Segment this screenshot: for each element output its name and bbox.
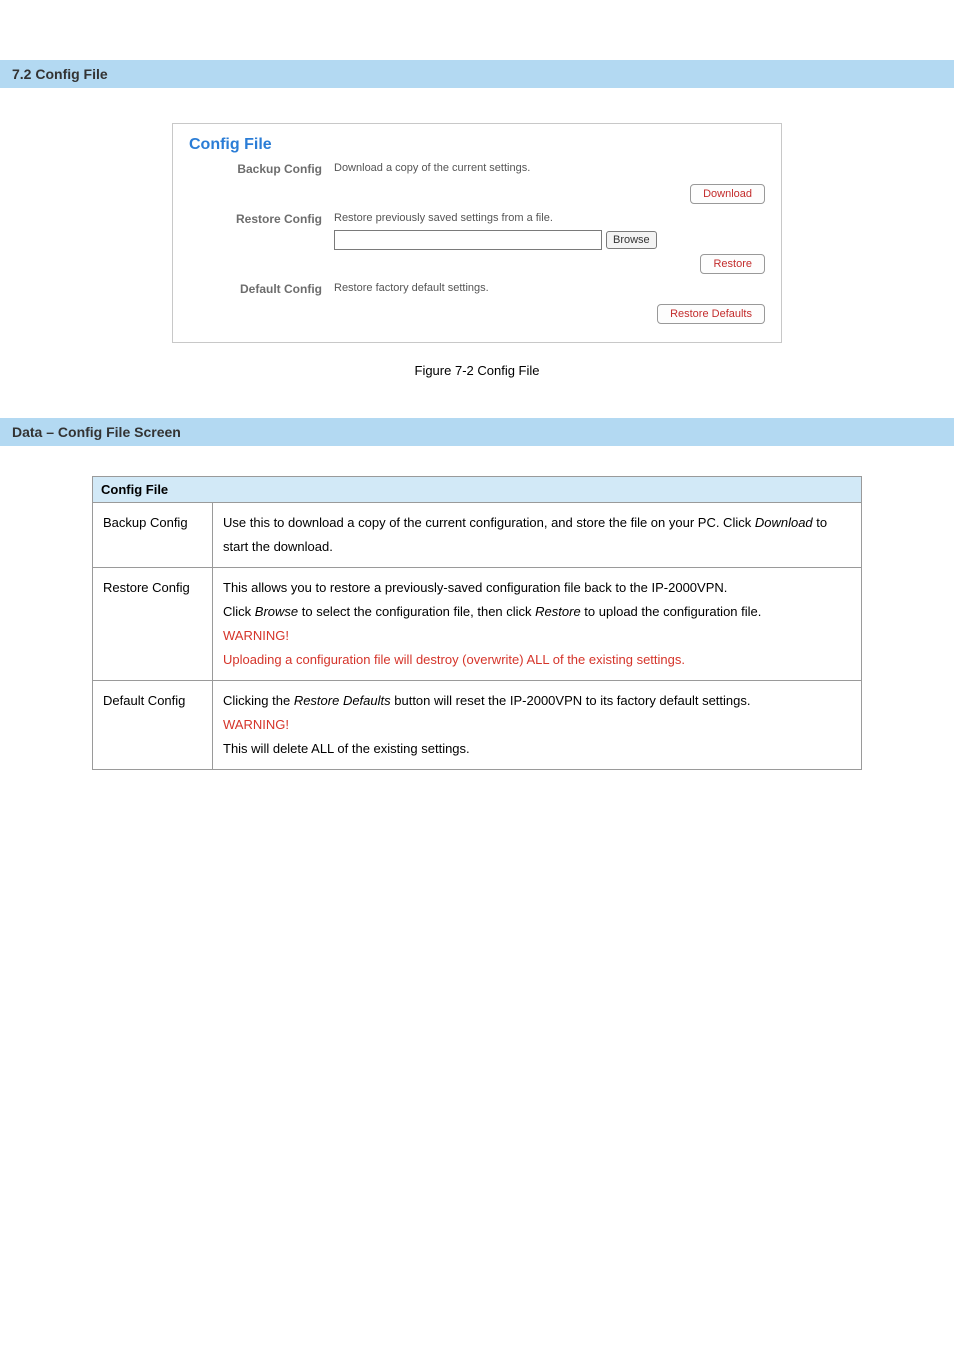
panel-desc-restore: Restore previously saved settings from a… <box>334 212 765 224</box>
section-bar-data: Data – Config File Screen <box>0 418 954 446</box>
figure-caption: Figure 7-2 Config File <box>0 363 954 378</box>
text: This allows you to restore a previously-… <box>223 576 851 600</box>
text: to upload the configuration file. <box>581 604 762 619</box>
table-header: Config File <box>93 477 862 503</box>
panel-label-default: Default Config <box>189 282 334 296</box>
panel-desc-default: Restore factory default settings. <box>334 282 765 294</box>
text: button will reset the IP-2000VPN to its … <box>391 693 751 708</box>
restore-button[interactable]: Restore <box>700 254 765 274</box>
button-row-default: Restore Defaults <box>334 304 765 324</box>
button-row-backup: Download <box>334 184 765 204</box>
panel-body-restore: Restore previously saved settings from a… <box>334 212 765 274</box>
text: Click <box>223 604 255 619</box>
text: to select the configuration file, then c… <box>298 604 535 619</box>
text: This will delete ALL of the existing set… <box>223 737 851 761</box>
em-download: Download <box>755 515 813 530</box>
panel-desc-backup: Download a copy of the current settings. <box>334 162 765 174</box>
panel-body-default: Restore factory default settings. Restor… <box>334 282 765 324</box>
browse-button[interactable]: Browse <box>606 231 657 249</box>
table-row: Default Config Clicking the Restore Defa… <box>93 681 862 770</box>
cell-label-default: Default Config <box>93 681 213 770</box>
file-select-row: Browse <box>334 230 765 250</box>
warning-label: WARNING! <box>223 713 851 737</box>
panel-row-backup: Backup Config Download a copy of the cur… <box>189 162 765 204</box>
cell-body-backup: Use this to download a copy of the curre… <box>213 503 862 568</box>
warning-text: Uploading a configuration file will dest… <box>223 648 851 672</box>
panel-body-backup: Download a copy of the current settings.… <box>334 162 765 204</box>
em-browse: Browse <box>255 604 298 619</box>
text: Clicking the <box>223 693 294 708</box>
cell-label-restore: Restore Config <box>93 568 213 681</box>
text-line: Clicking the Restore Defaults button wil… <box>223 689 851 713</box>
panel-label-backup: Backup Config <box>189 162 334 176</box>
button-row-restore: Restore <box>334 254 765 274</box>
restore-defaults-button[interactable]: Restore Defaults <box>657 304 765 324</box>
text-line: Click Browse to select the configuration… <box>223 600 851 624</box>
panel-wrap: Config File Backup Config Download a cop… <box>0 123 954 343</box>
page: 7.2 Config File Config File Backup Confi… <box>0 0 954 770</box>
em-restore: Restore <box>535 604 581 619</box>
table-row: Restore Config This allows you to restor… <box>93 568 862 681</box>
cell-body-default: Clicking the Restore Defaults button wil… <box>213 681 862 770</box>
download-button[interactable]: Download <box>690 184 765 204</box>
panel-row-restore: Restore Config Restore previously saved … <box>189 212 765 274</box>
em-restore-defaults: Restore Defaults <box>294 693 391 708</box>
panel-title: Config File <box>189 136 765 154</box>
warning-label: WARNING! <box>223 624 851 648</box>
data-table: Config File Backup Config Use this to do… <box>92 476 862 770</box>
file-path-input[interactable] <box>334 230 602 250</box>
panel-row-default: Default Config Restore factory default s… <box>189 282 765 324</box>
cell-label-backup: Backup Config <box>93 503 213 568</box>
text: Use this to download a copy of the curre… <box>223 515 755 530</box>
cell-body-restore: This allows you to restore a previously-… <box>213 568 862 681</box>
table-row: Backup Config Use this to download a cop… <box>93 503 862 568</box>
panel-label-restore: Restore Config <box>189 212 334 226</box>
config-file-panel: Config File Backup Config Download a cop… <box>172 123 782 343</box>
section-bar-config-file: 7.2 Config File <box>0 60 954 88</box>
